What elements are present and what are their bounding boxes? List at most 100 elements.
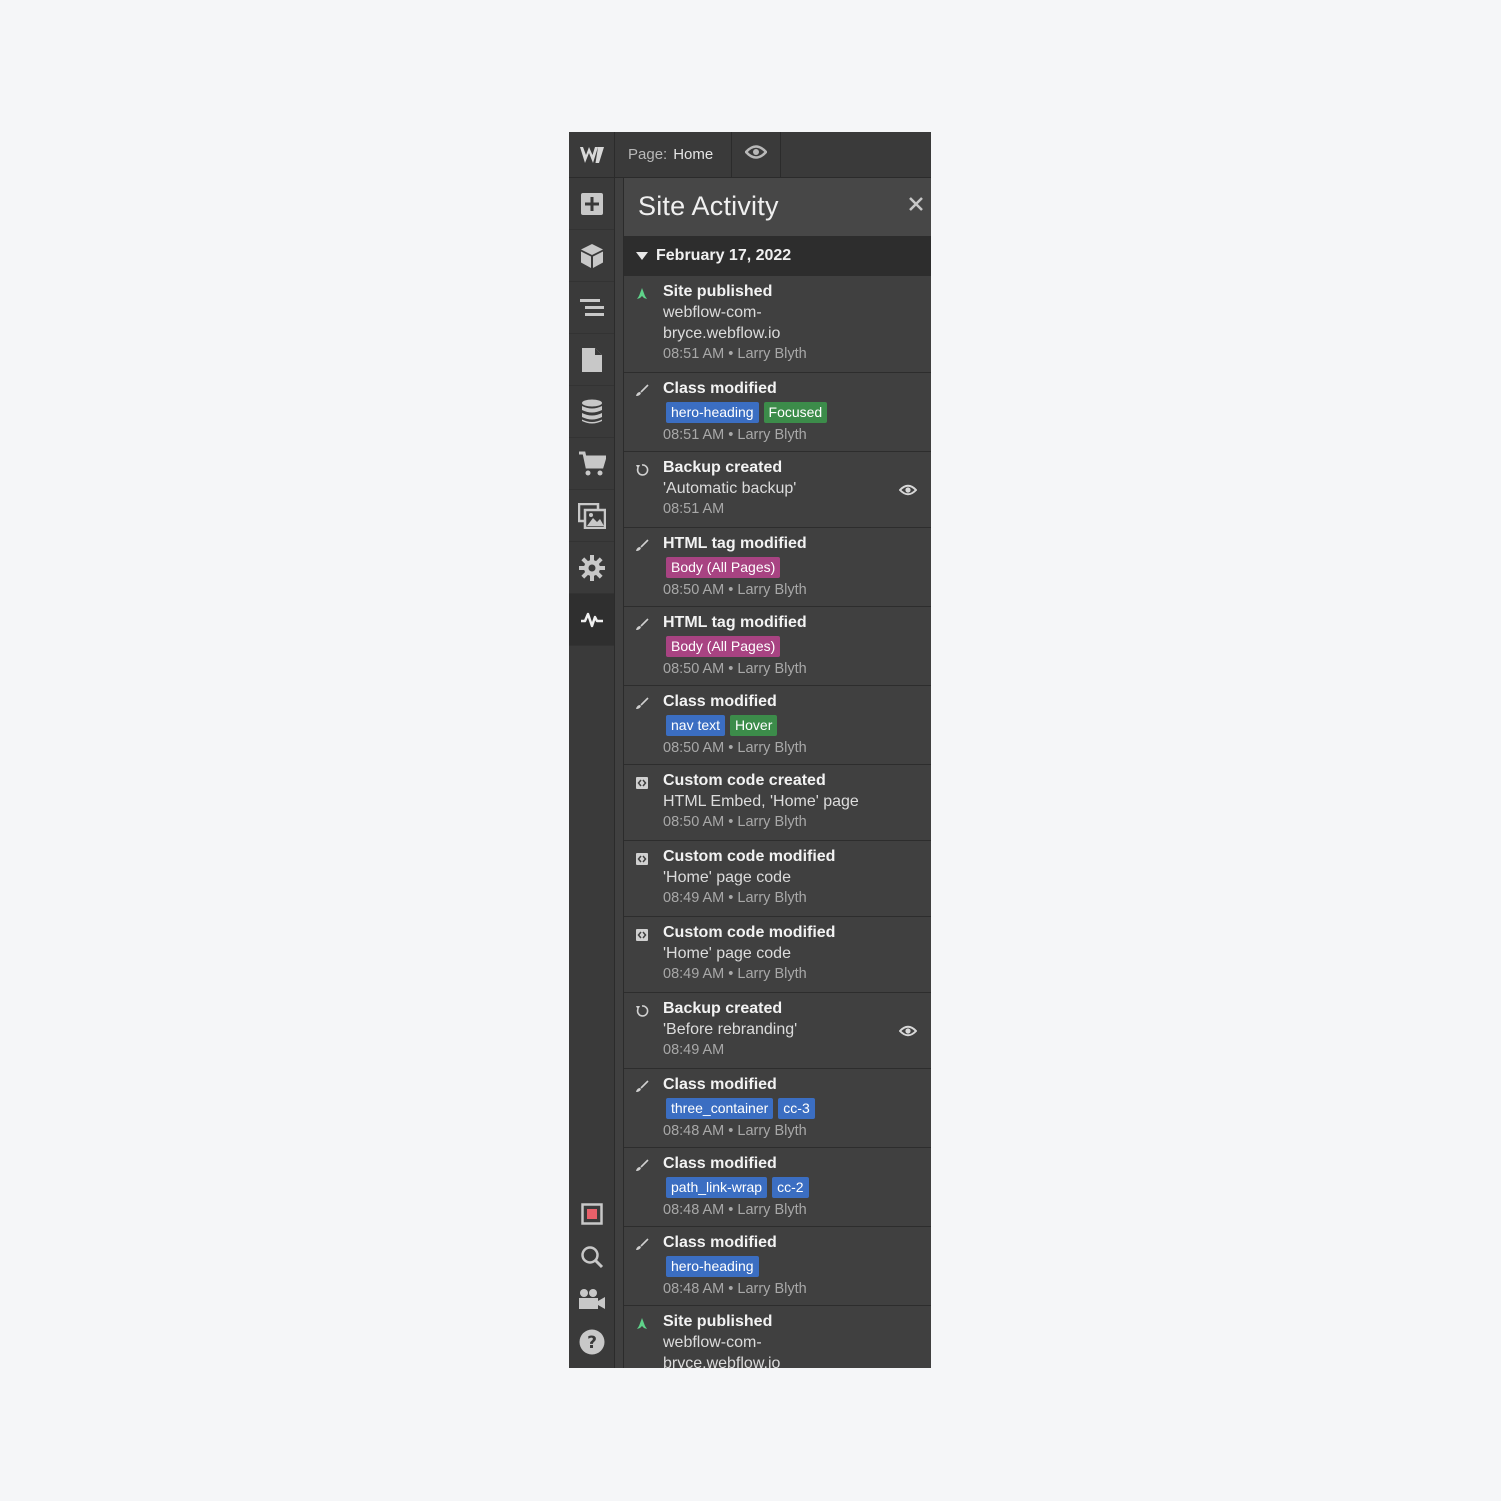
- preview-backup-eye-icon[interactable]: [899, 1024, 917, 1038]
- activity-detail: 'Home' page code: [663, 869, 791, 886]
- site-activity-icon: [580, 611, 604, 629]
- audit-panel-button[interactable]: [569, 1196, 614, 1236]
- webflow-logo-icon[interactable]: [569, 132, 614, 178]
- rocket-icon: [634, 286, 650, 302]
- activity-tags: Body (All Pages): [666, 557, 901, 578]
- activity-item-body: Backup created 'Automatic backup' 08:51 AM: [663, 457, 901, 520]
- class-tag: cc-2: [772, 1177, 809, 1198]
- activity-item: HTML tag modified Body (All Pages) 08:50 A…: [624, 607, 931, 686]
- activity-item-body: Custom code created HTML Embed, 'Home' pa…: [663, 770, 901, 833]
- activity-title: Custom code modified: [663, 924, 836, 941]
- activity-meta: 08:50 AM • Larry Blyth: [663, 582, 807, 598]
- caret-down-icon: [636, 247, 648, 265]
- activity-item-body: Class modified path_link-wrap cc-2 08:48 AM…: [663, 1153, 901, 1221]
- ecommerce-panel-button[interactable]: [569, 438, 614, 490]
- activity-item-body: Custom code modified 'Home' page code 08:4…: [663, 846, 901, 909]
- activity-meta: 08:51 AM: [663, 501, 725, 517]
- activity-item-body: Class modified hero-heading 08:48 AM • Lar…: [663, 1232, 901, 1300]
- help-icon: ?: [579, 1329, 605, 1360]
- activity-item: Custom code created HTML Embed, 'Home' pa…: [624, 765, 931, 841]
- designer-app: ? Page: Home Site Activity February 17, …: [569, 132, 931, 1368]
- pages-panel-button[interactable]: [569, 334, 614, 386]
- activity-item: Custom code modified 'Home' page code 08:4…: [624, 841, 931, 917]
- activity-tags: Body (All Pages): [666, 636, 901, 657]
- activity-title: Site published: [663, 1313, 773, 1330]
- class-tag: Hover: [730, 715, 778, 736]
- activity-meta: 08:50 AM • Larry Blyth: [663, 740, 807, 756]
- left-toolbar: ?: [569, 132, 615, 1368]
- preview-button[interactable]: [732, 132, 781, 177]
- activity-title: HTML tag modified: [663, 614, 807, 631]
- navigator-icon: [579, 297, 605, 319]
- activity-title: Backup created: [663, 1000, 783, 1017]
- assets-panel-button[interactable]: [569, 490, 614, 542]
- class-tag: nav text: [666, 715, 726, 736]
- class-tag: hero-heading: [666, 1256, 759, 1277]
- page-selector-label: Page:: [628, 146, 668, 163]
- help-button[interactable]: ?: [569, 1324, 614, 1364]
- activity-meta: 08:49 AM: [663, 1042, 725, 1058]
- activity-title: Backup created: [663, 459, 783, 476]
- brush-icon: [634, 1158, 650, 1174]
- class-tag: hero-heading: [666, 402, 759, 423]
- activity-detail: 'Automatic backup': [663, 480, 797, 497]
- close-icon: [908, 196, 924, 217]
- activity-item-body: Class modified nav text Hover 08:50 AM • La…: [663, 691, 901, 759]
- activity-item-body: Custom code modified 'Home' page code 08:4…: [663, 922, 901, 985]
- close-panel-button[interactable]: [905, 195, 927, 217]
- activity-detail: HTML Embed, 'Home' page: [663, 793, 859, 810]
- current-page-name: Home: [673, 146, 714, 163]
- class-tag: Body (All Pages): [666, 557, 781, 578]
- activity-meta: 08:50 AM • Larry Blyth: [663, 661, 807, 677]
- backup-icon: [634, 462, 650, 478]
- cms-database-icon: [581, 399, 603, 425]
- panel-title: Site Activity: [638, 191, 779, 221]
- activity-tags: path_link-wrap cc-2: [666, 1177, 901, 1198]
- code-icon: [634, 851, 650, 867]
- components-panel-button[interactable]: [569, 230, 614, 282]
- date-group-header[interactable]: February 17, 2022: [624, 236, 931, 276]
- brush-icon: [634, 1079, 650, 1095]
- activity-detail: 'Home' page code: [663, 945, 791, 962]
- activity-meta: 08:48 AM • Larry Blyth: [663, 1281, 807, 1297]
- activity-meta: 08:48 AM • Larry Blyth: [663, 1202, 807, 1218]
- page-selector[interactable]: Page: Home: [615, 132, 732, 177]
- activity-item: HTML tag modified Body (All Pages) 08:50 A…: [624, 528, 931, 607]
- preview-backup-eye-icon[interactable]: [899, 483, 917, 497]
- activity-detail: webflow-com-: [663, 1334, 762, 1351]
- activity-tags: hero-heading Focused: [666, 402, 901, 423]
- activity-detail: bryce.webflow.io: [663, 325, 781, 342]
- class-tag: path_link-wrap: [666, 1177, 768, 1198]
- activity-meta: 08:48 AM • Larry Blyth: [663, 1123, 807, 1139]
- activity-title: Site published: [663, 283, 773, 300]
- panel-header: Site Activity: [624, 178, 931, 236]
- search-button[interactable]: [569, 1239, 614, 1279]
- activity-item-body: Backup created 'Before rebranding' 08:49 A…: [663, 998, 901, 1061]
- activity-item-body: Class modified hero-heading Focused 08:51 A…: [663, 378, 901, 446]
- video-tutorials-button[interactable]: [569, 1281, 614, 1321]
- activity-item: Backup created 'Before rebranding' 08:49 A…: [624, 993, 931, 1069]
- activity-item: Custom code modified 'Home' page code 08:4…: [624, 917, 931, 993]
- ecommerce-cart-icon: [578, 451, 606, 477]
- navigator-panel-button[interactable]: [569, 282, 614, 334]
- activity-title: Class modified: [663, 1234, 777, 1251]
- activity-meta: 08:51 AM • Larry Blyth: [663, 427, 807, 443]
- site-activity-panel-button[interactable]: [569, 594, 614, 646]
- activity-tags: hero-heading: [666, 1256, 901, 1277]
- activity-title: Class modified: [663, 1076, 777, 1093]
- activity-meta: 08:49 AM • Larry Blyth: [663, 890, 807, 906]
- activity-item-body: Class modified three_container cc-3 08:48 A…: [663, 1074, 901, 1142]
- backup-icon: [634, 1003, 650, 1019]
- activity-detail: webflow-com-: [663, 304, 762, 321]
- activity-item: Class modified hero-heading 08:48 AM • Lar…: [624, 1227, 931, 1306]
- activity-detail: bryce.webflow.io: [663, 1355, 781, 1368]
- brush-icon: [634, 696, 650, 712]
- settings-panel-button[interactable]: [569, 542, 614, 594]
- video-tutorials-icon: [578, 1288, 606, 1315]
- cms-panel-button[interactable]: [569, 386, 614, 438]
- add-icon: [580, 192, 604, 216]
- activity-meta: 08:50 AM • Larry Blyth: [663, 814, 807, 830]
- activity-title: HTML tag modified: [663, 535, 807, 552]
- activity-list: Site published webflow-com-bryce.webflow.…: [624, 276, 931, 1368]
- add-panel-button[interactable]: [569, 178, 614, 230]
